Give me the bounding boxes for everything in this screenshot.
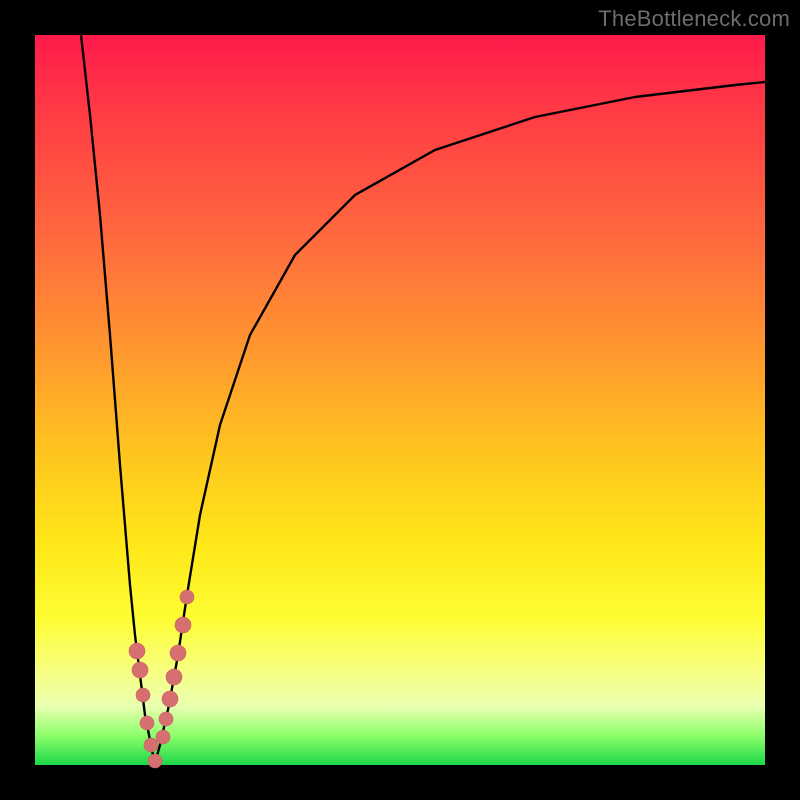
bead-right-3	[166, 669, 182, 685]
chart-frame: TheBottleneck.com	[0, 0, 800, 800]
bead-right-6	[180, 590, 194, 604]
plot-area	[35, 35, 765, 765]
bead-left-3	[140, 716, 154, 730]
bottleneck-curve	[35, 35, 765, 765]
curve-right-branch	[155, 82, 765, 763]
bead-left-2	[136, 688, 150, 702]
bead-left-5	[148, 754, 162, 768]
watermark-text: TheBottleneck.com	[598, 6, 790, 32]
bead-right-0	[156, 730, 170, 744]
bead-left-0	[129, 643, 145, 659]
bead-left-1	[132, 662, 148, 678]
bead-right-1	[159, 712, 173, 726]
bead-right-4	[170, 645, 186, 661]
bead-right-2	[162, 691, 178, 707]
beads-left-group	[129, 643, 162, 768]
bead-right-5	[175, 617, 191, 633]
bead-left-4	[144, 738, 158, 752]
